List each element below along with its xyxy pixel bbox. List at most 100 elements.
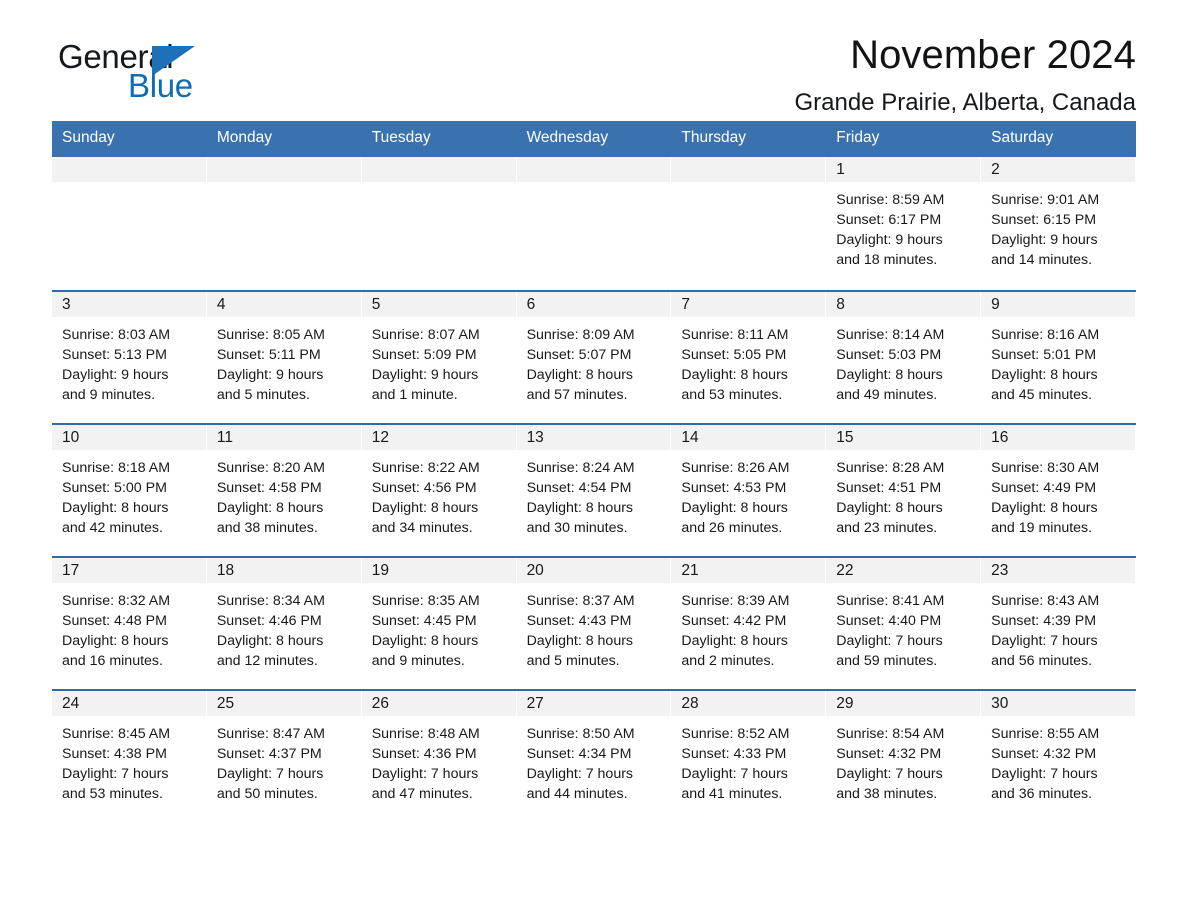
day-cell[interactable]: 13 Sunrise: 8:24 AM Sunset: 4:54 PM Dayl…: [516, 424, 672, 556]
sunset-text: Sunset: 4:45 PM: [371, 612, 477, 629]
daylight-text-line2: and 56 minutes.: [991, 652, 1093, 669]
day-cell[interactable]: 3 Sunrise: 8:03 AM Sunset: 5:13 PM Dayli…: [52, 291, 207, 423]
day-cell[interactable]: 21 Sunrise: 8:39 AM Sunset: 4:42 PM Dayl…: [671, 557, 827, 689]
day-cell[interactable]: 29 Sunrise: 8:54 AM Sunset: 4:32 PM Dayl…: [826, 690, 982, 822]
day-details: Sunrise: 8:39 AM Sunset: 4:42 PM Dayligh…: [671, 583, 826, 671]
sunset-text: Sunset: 4:43 PM: [526, 612, 632, 629]
day-cell[interactable]: 12 Sunrise: 8:22 AM Sunset: 4:56 PM Dayl…: [361, 424, 517, 556]
sunrise-text: Sunrise: 8:55 AM: [991, 725, 1100, 742]
daylight-text-line1: Daylight: 9 hours: [216, 366, 324, 383]
day-cell[interactable]: 23 Sunrise: 8:43 AM Sunset: 4:39 PM Dayl…: [981, 557, 1136, 689]
week-row: 24 Sunrise: 8:45 AM Sunset: 4:38 PM Dayl…: [52, 688, 1136, 822]
day-details: Sunrise: 8:55 AM Sunset: 4:32 PM Dayligh…: [981, 716, 1136, 804]
day-details: Sunrise: 8:05 AM Sunset: 5:11 PM Dayligh…: [207, 317, 362, 405]
day-number: 3: [52, 291, 207, 317]
sunrise-text: Sunrise: 8:52 AM: [681, 725, 790, 742]
day-details: Sunrise: 8:14 AM Sunset: 5:03 PM Dayligh…: [826, 317, 981, 405]
sunset-text: Sunset: 5:00 PM: [62, 479, 167, 496]
daylight-text-line1: Daylight: 8 hours: [526, 499, 634, 516]
day-number: 10: [52, 424, 207, 450]
day-details: Sunrise: 8:34 AM Sunset: 4:46 PM Dayligh…: [207, 583, 362, 671]
day-cell[interactable]: 7 Sunrise: 8:11 AM Sunset: 5:05 PM Dayli…: [671, 291, 827, 423]
day-cell[interactable]: [516, 156, 672, 290]
calendar-page: General Blue November 2024 Grande Prairi…: [0, 0, 1188, 918]
day-number: 21: [671, 557, 827, 583]
day-cell[interactable]: 6 Sunrise: 8:09 AM Sunset: 5:07 PM Dayli…: [516, 291, 672, 423]
daylight-text-line1: Daylight: 8 hours: [991, 499, 1098, 516]
sunrise-text: Sunrise: 8:16 AM: [991, 326, 1100, 343]
week-row: 1 Sunrise: 8:59 AM Sunset: 6:17 PM Dayli…: [52, 156, 1136, 290]
day-cell[interactable]: 27 Sunrise: 8:50 AM Sunset: 4:34 PM Dayl…: [516, 690, 672, 822]
sunrise-text: Sunrise: 8:43 AM: [991, 592, 1100, 609]
daylight-text-line1: Daylight: 8 hours: [371, 499, 479, 516]
day-cell[interactable]: 18 Sunrise: 8:34 AM Sunset: 4:46 PM Dayl…: [206, 557, 362, 689]
day-number: 4: [206, 291, 362, 317]
day-details: Sunrise: 8:18 AM Sunset: 5:00 PM Dayligh…: [52, 450, 207, 538]
day-number: 1: [826, 156, 982, 182]
sunrise-text: Sunrise: 8:48 AM: [371, 725, 480, 742]
day-cell[interactable]: [361, 156, 517, 290]
day-cell[interactable]: 22 Sunrise: 8:41 AM Sunset: 4:40 PM Dayl…: [826, 557, 982, 689]
sunset-text: Sunset: 4:40 PM: [836, 612, 942, 629]
day-cell[interactable]: 25 Sunrise: 8:47 AM Sunset: 4:37 PM Dayl…: [206, 690, 362, 822]
daylight-text-line1: Daylight: 7 hours: [371, 765, 479, 782]
sunrise-text: Sunrise: 8:22 AM: [371, 459, 480, 476]
day-cell[interactable]: 11 Sunrise: 8:20 AM Sunset: 4:58 PM Dayl…: [206, 424, 362, 556]
sunset-text: Sunset: 4:37 PM: [216, 745, 322, 762]
sunrise-text: Sunrise: 8:37 AM: [526, 592, 635, 609]
day-cell[interactable]: 4 Sunrise: 8:05 AM Sunset: 5:11 PM Dayli…: [206, 291, 362, 423]
day-cell[interactable]: 17 Sunrise: 8:32 AM Sunset: 4:48 PM Dayl…: [52, 557, 207, 689]
sunset-text: Sunset: 4:48 PM: [62, 612, 167, 629]
day-cell[interactable]: 1 Sunrise: 8:59 AM Sunset: 6:17 PM Dayli…: [826, 156, 982, 290]
day-cell[interactable]: 20 Sunrise: 8:37 AM Sunset: 4:43 PM Dayl…: [516, 557, 672, 689]
sunrise-text: Sunrise: 8:05 AM: [216, 326, 325, 343]
day-cell[interactable]: 10 Sunrise: 8:18 AM Sunset: 5:00 PM Dayl…: [52, 424, 207, 556]
day-number: 27: [516, 690, 672, 716]
day-cell[interactable]: 16 Sunrise: 8:30 AM Sunset: 4:49 PM Dayl…: [981, 424, 1136, 556]
daylight-text-line1: Daylight: 7 hours: [526, 765, 634, 782]
day-cell[interactable]: 28 Sunrise: 8:52 AM Sunset: 4:33 PM Dayl…: [671, 690, 827, 822]
daylight-text-line2: and 57 minutes.: [526, 386, 628, 403]
day-cell[interactable]: 8 Sunrise: 8:14 AM Sunset: 5:03 PM Dayli…: [826, 291, 982, 423]
day-cell[interactable]: 5 Sunrise: 8:07 AM Sunset: 5:09 PM Dayli…: [361, 291, 517, 423]
sunset-text: Sunset: 4:46 PM: [216, 612, 322, 629]
weekday-friday: Friday: [836, 129, 880, 146]
day-details: Sunrise: 8:07 AM Sunset: 5:09 PM Dayligh…: [362, 317, 517, 405]
day-cell[interactable]: 19 Sunrise: 8:35 AM Sunset: 4:45 PM Dayl…: [361, 557, 517, 689]
day-cell[interactable]: [671, 156, 827, 290]
sunset-text: Sunset: 4:58 PM: [216, 479, 322, 496]
day-details: Sunrise: 8:54 AM Sunset: 4:32 PM Dayligh…: [826, 716, 981, 804]
day-details: [52, 182, 207, 190]
sunrise-text: Sunrise: 8:18 AM: [62, 459, 171, 476]
day-cell[interactable]: 14 Sunrise: 8:26 AM Sunset: 4:53 PM Dayl…: [671, 424, 827, 556]
daylight-text-line1: Daylight: 7 hours: [836, 765, 943, 782]
day-number: 13: [516, 424, 672, 450]
day-cell[interactable]: [206, 156, 362, 290]
day-details: Sunrise: 8:37 AM Sunset: 4:43 PM Dayligh…: [517, 583, 672, 671]
day-cell[interactable]: 30 Sunrise: 8:55 AM Sunset: 4:32 PM Dayl…: [981, 690, 1136, 822]
daylight-text-line1: Daylight: 7 hours: [836, 632, 943, 649]
day-cell[interactable]: 24 Sunrise: 8:45 AM Sunset: 4:38 PM Dayl…: [52, 690, 207, 822]
daylight-text-line1: Daylight: 8 hours: [836, 499, 943, 516]
week-row: 10 Sunrise: 8:18 AM Sunset: 5:00 PM Dayl…: [52, 422, 1136, 556]
day-details: Sunrise: 8:45 AM Sunset: 4:38 PM Dayligh…: [52, 716, 207, 804]
daylight-text-line2: and 9 minutes.: [62, 386, 156, 403]
day-cell[interactable]: 26 Sunrise: 8:48 AM Sunset: 4:36 PM Dayl…: [361, 690, 517, 822]
day-number: 7: [671, 291, 827, 317]
weekday-thursday: Thursday: [681, 129, 747, 146]
sunrise-text: Sunrise: 8:32 AM: [62, 592, 171, 609]
day-number: 26: [361, 690, 517, 716]
daylight-text-line1: Daylight: 8 hours: [216, 499, 324, 516]
day-details: Sunrise: 8:09 AM Sunset: 5:07 PM Dayligh…: [517, 317, 672, 405]
day-number: 22: [826, 557, 982, 583]
daylight-text-line2: and 1 minute.: [371, 386, 458, 403]
daylight-text-line1: Daylight: 8 hours: [836, 366, 943, 383]
day-cell[interactable]: [52, 156, 207, 290]
sunrise-text: Sunrise: 8:54 AM: [836, 725, 945, 742]
sunrise-text: Sunrise: 8:35 AM: [371, 592, 480, 609]
day-cell[interactable]: 15 Sunrise: 8:28 AM Sunset: 4:51 PM Dayl…: [826, 424, 982, 556]
daylight-text-line1: Daylight: 8 hours: [991, 366, 1098, 383]
day-cell[interactable]: 2 Sunrise: 9:01 AM Sunset: 6:15 PM Dayli…: [981, 156, 1136, 290]
day-cell[interactable]: 9 Sunrise: 8:16 AM Sunset: 5:01 PM Dayli…: [981, 291, 1136, 423]
weekday-header-row: Sunday Monday Tuesday Wednesday Thursday…: [52, 121, 1136, 157]
